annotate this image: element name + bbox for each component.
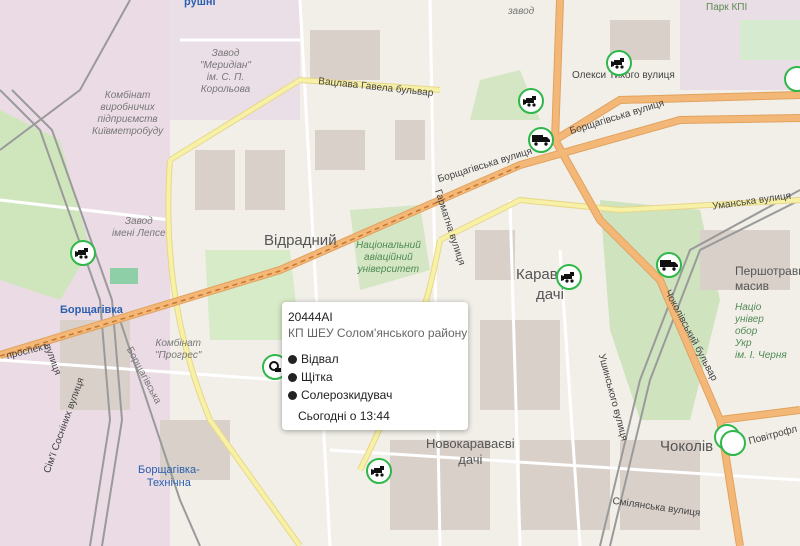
equipment-item: Щітка [288, 370, 333, 384]
poi-park-kpi: Парк КПІ [706, 2, 748, 13]
bullet-icon [288, 372, 297, 382]
snowplow-icon [611, 58, 624, 69]
snowplow-icon [75, 248, 88, 259]
station-borshchahivka: Борщагівка [60, 304, 123, 316]
poi-kombinat: Комбінат виробничих підприємств Київметр… [92, 90, 164, 137]
truck-icon [660, 260, 678, 271]
district-label-vidradnyi: Відрадний [264, 232, 337, 249]
vehicle-marker-snowplow[interactable] [556, 264, 582, 290]
vehicle-marker-snowplow[interactable] [606, 50, 632, 76]
map-canvas[interactable]: Відрадний Карав дачі Новокараваєві дачі … [0, 0, 800, 546]
last-seen-time: Сьогодні о 13:44 [298, 409, 390, 423]
snowplow-icon [523, 96, 536, 107]
district-label-karavaievi-2: дачі [536, 286, 564, 303]
district-label-novokaravaievi: Новокараваєві дачі [426, 436, 515, 467]
vehicle-id: 20444AI [288, 310, 333, 324]
station-tekhnichna: Борщагівка- Технічна [138, 464, 200, 489]
poi-zavod: завод [508, 6, 535, 17]
vehicle-marker-truck[interactable] [528, 127, 554, 153]
vehicle-marker-snowplow[interactable] [366, 458, 392, 484]
truck-icon [532, 135, 550, 146]
station-top-cut: рушні [184, 0, 216, 8]
district-label-karavaievi: Карав [516, 266, 558, 283]
district-label-pershotravnevyi: Першотравневий масив [735, 264, 800, 293]
poi-progres: Комбінат "Прогрес" [155, 338, 202, 361]
equipment-item: Відвал [288, 352, 339, 366]
equipment-item: Солерозкидувач [288, 388, 392, 402]
district-label-chokolivka: Чоколів [660, 438, 714, 455]
vehicle-marker-cluster[interactable] [720, 430, 746, 456]
university-right-label: Націо універ обор Укр ім. І. Черня [735, 302, 787, 361]
vehicle-marker-snowplow[interactable] [70, 240, 96, 266]
sweeper-icon [269, 361, 281, 372]
vehicle-marker-truck[interactable] [656, 252, 682, 278]
poi-lepse: Завод імені Лепсе [112, 216, 166, 239]
snowplow-icon [561, 272, 574, 283]
university-label: Національний авіаційний університет [356, 240, 421, 275]
bullet-icon [288, 354, 297, 364]
snowplow-icon [371, 466, 384, 477]
vehicle-marker-snowplow[interactable] [518, 88, 544, 114]
poi-meridian: Завод "Меридіан" ім. С. П. Корольова [200, 48, 251, 95]
bullet-icon [288, 390, 297, 400]
vehicle-popup: 20444AI КП ШЕУ Солом'янського району Від… [282, 302, 468, 430]
vehicle-organization: КП ШЕУ Солом'янського району [288, 326, 468, 340]
